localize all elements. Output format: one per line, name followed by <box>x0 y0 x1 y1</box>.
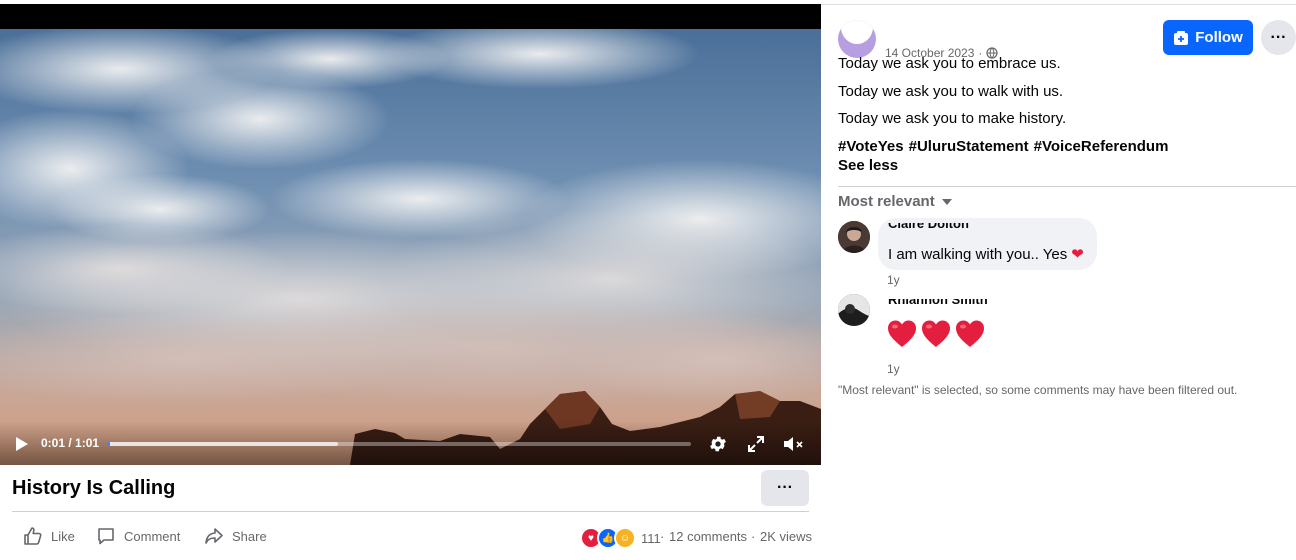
caret-down-icon <box>941 198 952 205</box>
video-player[interactable]: 0:01 / 1:01 <box>0 4 821 465</box>
comment-icon <box>98 528 114 545</box>
hashtags: #VoteYes #UluruStatement #VoiceReferendu… <box>838 138 1168 155</box>
panel-top-border <box>821 4 1296 5</box>
heart-emoji <box>922 320 950 347</box>
hashtag-link[interactable]: #UluruStatement <box>909 138 1029 155</box>
comments-count[interactable]: 12 comments <box>669 529 747 544</box>
video-buffer-fill <box>108 442 339 446</box>
like-label: Like <box>51 528 75 544</box>
separator-dot: · <box>660 529 665 544</box>
commenter-avatar[interactable] <box>838 221 870 253</box>
heart-emoji <box>956 320 984 347</box>
views-count: 2K views <box>760 529 813 544</box>
divider <box>12 511 809 512</box>
video-controls: 0:01 / 1:01 <box>0 421 821 465</box>
follow-label: Follow <box>1195 29 1243 46</box>
gear-icon <box>710 436 726 452</box>
follow-button[interactable]: Follow <box>1163 20 1253 55</box>
commenter-name[interactable]: Claire Dolton <box>888 223 969 232</box>
heart-emoji: ❤ <box>1071 246 1084 263</box>
reactions-summary[interactable]: ♥ 👍 ☺ 111 <box>580 527 661 549</box>
add-page-icon <box>1174 30 1189 45</box>
video-progress-bar[interactable] <box>108 442 691 446</box>
settings-button[interactable] <box>706 432 730 456</box>
separator-dot: · <box>751 529 756 544</box>
post-more-button[interactable]: ··· <box>1261 20 1296 55</box>
comment-timestamp[interactable]: 1y <box>887 362 900 376</box>
post-text-line: Today we ask you to embrace us. <box>838 55 1061 72</box>
hashtag-link[interactable]: #VoiceReferendum <box>1034 138 1169 155</box>
commenter-name[interactable]: Rhiannon Smith <box>888 299 988 308</box>
fullscreen-icon <box>748 436 764 452</box>
heart-emoji-comment <box>886 318 986 350</box>
commenter-name-text: Rhiannon Smith <box>888 299 988 307</box>
filter-note: "Most relevant" is selected, so some com… <box>838 383 1238 397</box>
reaction-count: 111 <box>641 530 661 546</box>
see-less-button[interactable]: See less <box>838 157 898 174</box>
post-text-line: Today we ask you to make history. <box>838 110 1067 127</box>
divider <box>838 186 1296 187</box>
video-more-button[interactable]: ··· <box>761 470 809 506</box>
thumbs-up-icon <box>24 527 42 545</box>
comment-text: I am walking with you.. Yes ❤ <box>888 245 1084 264</box>
comment-button[interactable]: Comment <box>96 526 180 546</box>
share-label: Share <box>232 528 267 544</box>
video-frame[interactable] <box>0 29 821 465</box>
post-text-line: Today we ask you to walk with us. <box>838 83 1064 100</box>
sort-label: Most relevant <box>838 193 935 210</box>
heart-emoji <box>888 320 916 347</box>
video-time: 0:01 / 1:01 <box>41 436 100 450</box>
comment-body: I am walking with you.. Yes <box>888 245 1068 263</box>
commenter-name-text: Claire Dolton <box>888 223 969 231</box>
video-title: History Is Calling <box>12 477 176 499</box>
avatar-photo <box>838 221 870 253</box>
video-played-fill <box>108 442 110 446</box>
care-reaction-icon: ☺ <box>614 527 636 549</box>
avatar-mask <box>841 20 873 44</box>
share-button[interactable]: Share <box>204 526 267 546</box>
comment-timestamp[interactable]: 1y <box>887 273 900 287</box>
fullscreen-button[interactable] <box>744 432 768 456</box>
play-button[interactable] <box>12 435 32 453</box>
play-icon <box>16 437 28 451</box>
like-button[interactable]: Like <box>23 526 75 546</box>
author-avatar[interactable] <box>838 20 876 58</box>
comment-sort-dropdown[interactable]: Most relevant <box>838 193 953 210</box>
muted-speaker-icon <box>784 437 803 451</box>
mute-button[interactable] <box>781 432 807 456</box>
share-icon <box>205 528 223 544</box>
hashtag-link[interactable]: #VoteYes <box>838 138 904 155</box>
comment-label: Comment <box>124 528 181 544</box>
commenter-avatar[interactable] <box>838 294 870 326</box>
avatar-photo <box>838 294 870 326</box>
